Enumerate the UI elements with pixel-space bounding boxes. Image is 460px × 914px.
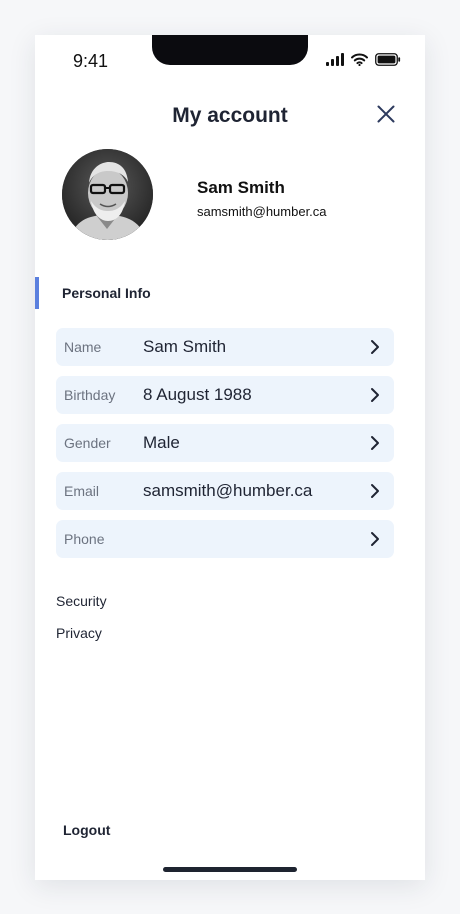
info-row-birthday[interactable]: Birthday 8 August 1988 [56,376,394,414]
section-title-personal-info: Personal Info [62,285,151,301]
info-row-phone[interactable]: Phone [56,520,394,558]
info-label: Email [64,483,100,499]
home-indicator [163,867,297,872]
info-label: Phone [64,531,105,547]
info-value: 8 August 1988 [143,385,252,404]
wifi-icon [351,53,368,66]
status-icons [326,53,401,66]
chevron-right-icon [370,435,380,456]
chevron-right-icon [370,387,380,408]
info-label: Gender [64,435,111,451]
section-indicator [35,277,39,309]
close-button[interactable] [373,103,399,129]
info-row-gender[interactable]: Gender Male [56,424,394,462]
chevron-right-icon [370,483,380,504]
phone-screen: 9:41 My account Sam Smith samsmith@humbe… [35,35,425,880]
info-label: Name [64,339,102,355]
info-value: Sam Smith [143,337,227,356]
info-row-name[interactable]: Name Sam Smith [56,328,394,366]
privacy-link[interactable]: Privacy [56,625,102,641]
logout-button[interactable]: Logout [63,822,110,838]
close-icon [377,105,395,128]
profile-name: Sam Smith [197,178,285,197]
battery-icon [375,53,401,66]
page-title: My account [172,104,288,127]
info-label: Birthday [64,387,116,403]
status-time: 9:41 [73,51,109,71]
info-value: samsmith@humber.ca [143,481,313,500]
chevron-right-icon [370,339,380,360]
canvas: 9:41 My account Sam Smith samsmith@humbe… [0,0,460,914]
signal-icon [326,53,344,66]
chevron-right-icon [370,531,380,552]
info-value: Male [143,433,180,452]
security-link[interactable]: Security [56,593,107,609]
camera-notch [152,35,308,65]
profile-email: samsmith@humber.ca [197,204,327,219]
info-row-email[interactable]: Email samsmith@humber.ca [56,472,394,510]
avatar [62,149,153,240]
